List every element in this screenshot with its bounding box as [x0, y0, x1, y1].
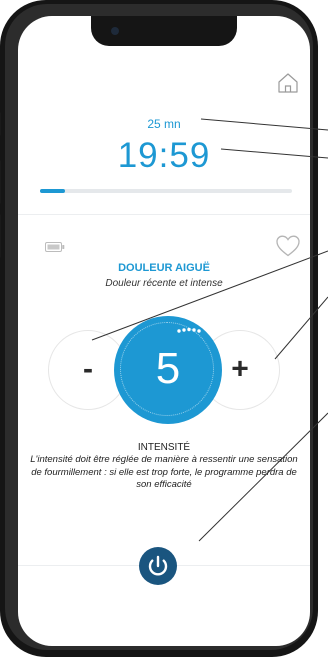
session-progress-fill: [40, 189, 66, 193]
intensity-value: 5: [155, 344, 181, 394]
power-button[interactable]: [139, 547, 177, 585]
app-screen: 25 mn 19:59 DOULEUR AIGUË Douleur récent…: [18, 16, 310, 646]
power-icon: [148, 555, 168, 576]
session-duration: 25 mn: [147, 117, 181, 131]
top-divider: [18, 214, 310, 215]
side-button-volume-up: [0, 160, 1, 204]
heart-icon[interactable]: [275, 234, 301, 258]
side-button-volume-down: [0, 214, 1, 258]
battery-icon: [45, 242, 65, 252]
front-camera: [111, 27, 119, 35]
program-subtitle: Douleur récente et intense: [105, 278, 223, 289]
side-button-left: [0, 112, 1, 136]
phone-bezel: 25 mn 19:59 DOULEUR AIGUË Douleur récent…: [5, 4, 313, 650]
session-progress-bar: [40, 189, 292, 193]
countdown-timer: 19:59: [117, 136, 211, 175]
dial-handle-dots[interactable]: [176, 326, 206, 336]
home-icon[interactable]: [277, 72, 299, 94]
phone-frame: 25 mn 19:59 DOULEUR AIGUË Douleur récent…: [0, 0, 318, 657]
phone-notch: [91, 16, 237, 46]
program-title: DOULEUR AIGUË: [118, 262, 210, 274]
intensity-title: INTENSITÉ: [137, 442, 191, 453]
intensity-description: L'intensité doit être réglée de manière …: [30, 454, 298, 490]
